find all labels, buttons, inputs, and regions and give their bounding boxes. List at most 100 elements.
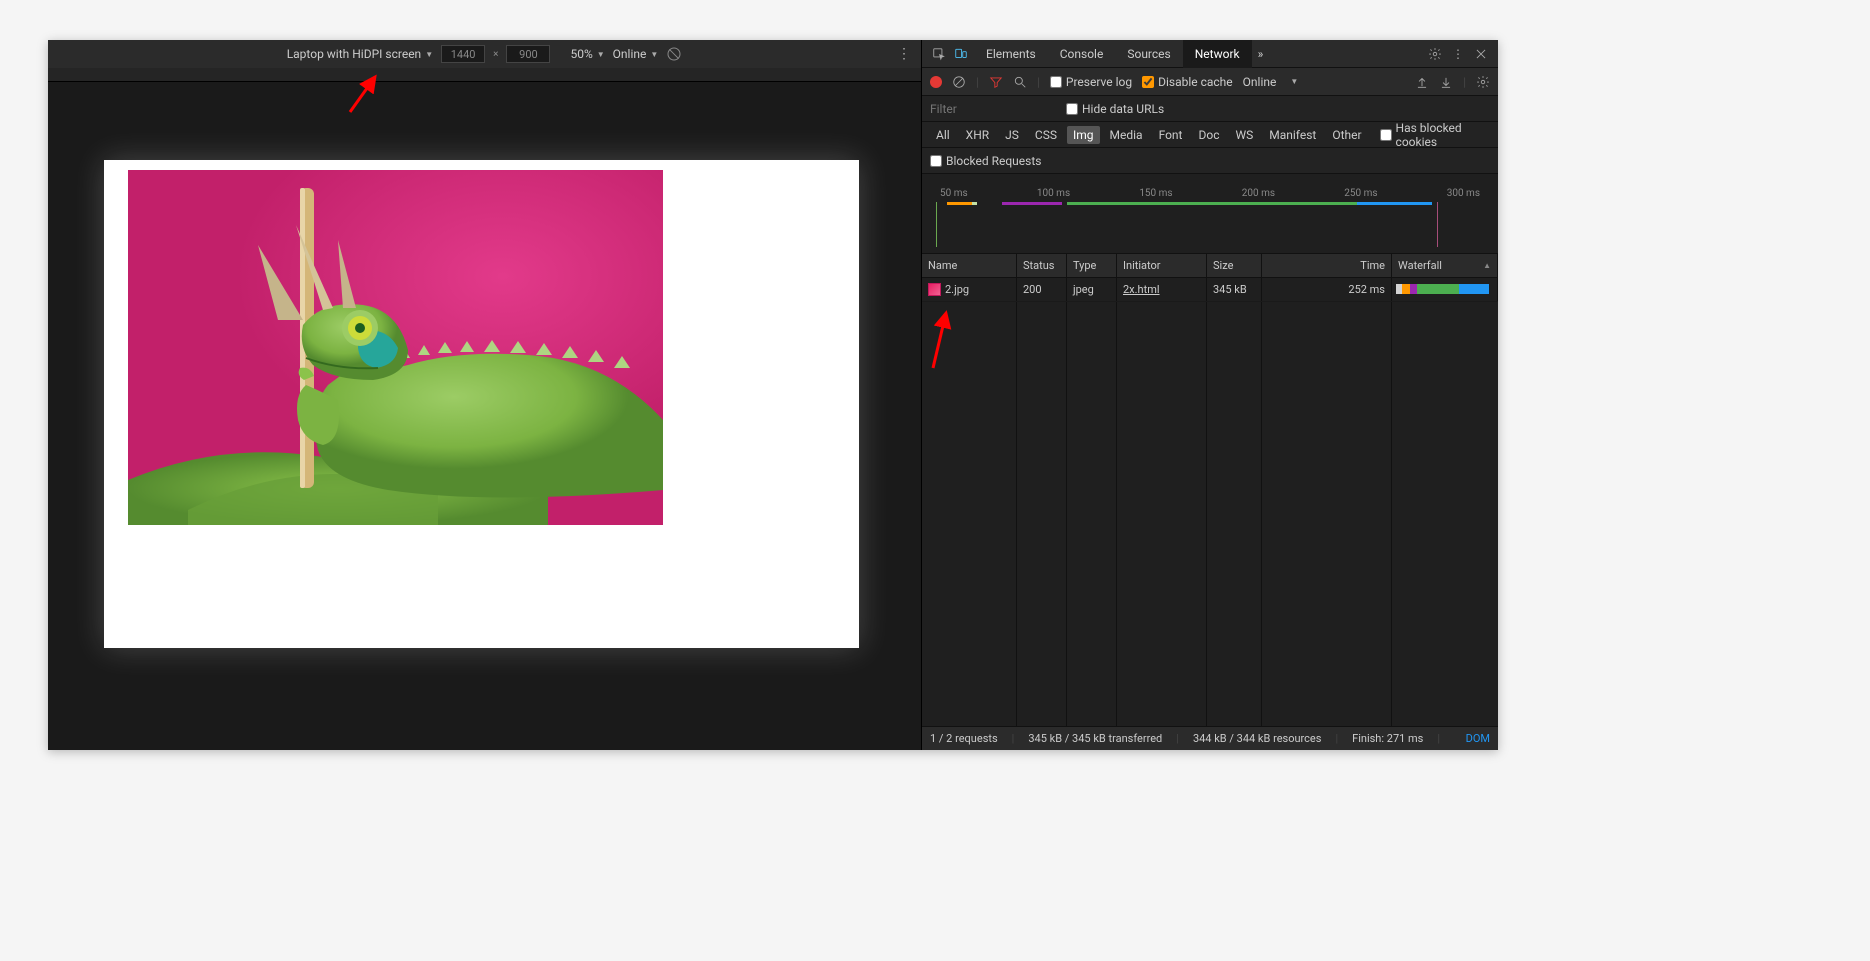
network-throttle-dropdown[interactable]: Online ▼ — [1243, 75, 1299, 89]
tab-network[interactable]: Network — [1183, 40, 1252, 68]
device-toolbar: Laptop with HiDPI screen ▼ × 50% ▼ Onlin… — [48, 40, 921, 68]
page-content — [104, 160, 859, 648]
kebab-icon[interactable]: ⋮ — [897, 46, 911, 62]
device-toggle-icon[interactable] — [954, 47, 968, 61]
tab-console[interactable]: Console — [1048, 40, 1116, 68]
network-toolbar: | | Preserve log Disable cache Online ▼ … — [922, 68, 1498, 96]
type-manifest[interactable]: Manifest — [1263, 126, 1322, 144]
status-dom: DOM — [1466, 732, 1490, 745]
devtools-tabs: Elements Console Sources Network » ⋮ — [922, 40, 1498, 68]
inspect-icon[interactable] — [932, 47, 946, 61]
initiator-link[interactable]: 2x.html — [1123, 283, 1160, 296]
gear-icon[interactable] — [1476, 75, 1490, 89]
has-blocked-label: Has blocked cookies — [1396, 121, 1490, 149]
dimension-separator: × — [493, 49, 498, 60]
col-status[interactable]: Status — [1017, 254, 1067, 277]
device-ruler — [48, 68, 921, 82]
download-icon[interactable] — [1439, 75, 1453, 89]
type-font[interactable]: Font — [1153, 126, 1189, 144]
filter-input[interactable] — [930, 102, 1050, 116]
device-viewport-pane: Laptop with HiDPI screen ▼ × 50% ▼ Onlin… — [48, 40, 921, 750]
width-input[interactable] — [441, 45, 485, 63]
chevron-down-icon: ▼ — [650, 50, 658, 59]
hide-data-urls-checkbox[interactable]: Hide data URLs — [1066, 102, 1164, 116]
tick-label: 50 ms — [940, 188, 968, 199]
status-requests: 1 / 2 requests — [930, 732, 998, 745]
record-button[interactable] — [930, 76, 942, 88]
tabs-overflow[interactable]: » — [1252, 40, 1270, 68]
tick-label: 200 ms — [1242, 188, 1275, 199]
tab-elements[interactable]: Elements — [974, 40, 1048, 68]
timeline-graph — [936, 202, 1438, 247]
blocked-requests-checkbox[interactable]: Blocked Requests — [930, 154, 1041, 168]
type-ws[interactable]: WS — [1229, 126, 1259, 144]
tick-label: 150 ms — [1139, 188, 1172, 199]
type-other[interactable]: Other — [1326, 126, 1367, 144]
chameleon-image — [128, 170, 663, 525]
chevron-down-icon: ▼ — [597, 50, 605, 59]
network-table-header: Name Status Type Initiator Size Time Wat… — [922, 254, 1498, 278]
table-row[interactable]: 2.jpg 200 jpeg 2x.html 345 kB 252 ms — [922, 278, 1498, 302]
hide-data-urls-label: Hide data URLs — [1082, 102, 1164, 116]
network-throttle-value: Online — [1243, 75, 1277, 89]
has-blocked-cookies-checkbox[interactable]: Has blocked cookies — [1380, 121, 1490, 149]
filter-icon[interactable] — [989, 75, 1003, 89]
cell-status: 200 — [1017, 278, 1067, 301]
upload-icon[interactable] — [1415, 75, 1429, 89]
cell-type: jpeg — [1067, 278, 1117, 301]
tick-label: 250 ms — [1344, 188, 1377, 199]
zoom-value: 50% — [570, 47, 592, 61]
preserve-log-label: Preserve log — [1066, 75, 1132, 89]
chevron-down-icon: ▼ — [425, 50, 433, 59]
status-transferred: 345 kB / 345 kB transferred — [1028, 732, 1162, 745]
type-img[interactable]: Img — [1067, 126, 1100, 144]
blocked-requests-label: Blocked Requests — [946, 154, 1041, 168]
status-resources: 344 kB / 344 kB resources — [1193, 732, 1322, 745]
col-name[interactable]: Name — [922, 254, 1017, 277]
network-timeline[interactable]: 50 ms 100 ms 150 ms 200 ms 250 ms 300 ms — [922, 174, 1498, 254]
resource-types-row: All XHR JS CSS Img Media Font Doc WS Man… — [922, 122, 1498, 148]
cell-size: 345 kB — [1207, 278, 1262, 301]
type-doc[interactable]: Doc — [1192, 126, 1225, 144]
device-dropdown[interactable]: Laptop with HiDPI screen ▼ — [287, 47, 433, 61]
height-input[interactable] — [506, 45, 550, 63]
col-type[interactable]: Type — [1067, 254, 1117, 277]
tab-sources[interactable]: Sources — [1115, 40, 1182, 68]
filter-row: Hide data URLs — [922, 96, 1498, 122]
kebab-icon[interactable]: ⋮ — [1452, 47, 1464, 61]
disable-cache-label: Disable cache — [1158, 75, 1233, 89]
rotate-icon[interactable] — [666, 46, 682, 62]
sort-asc-icon: ▲ — [1483, 261, 1491, 270]
cell-waterfall — [1392, 278, 1498, 301]
throttle-value: Online — [613, 47, 647, 61]
device-canvas — [48, 82, 921, 750]
image-file-icon — [928, 283, 941, 296]
disable-cache-checkbox[interactable]: Disable cache — [1142, 75, 1233, 89]
status-finish: Finish: 271 ms — [1352, 732, 1423, 745]
type-js[interactable]: JS — [999, 126, 1025, 144]
throttle-dropdown[interactable]: Online ▼ — [613, 47, 659, 61]
zoom-dropdown[interactable]: 50% ▼ — [570, 47, 604, 61]
chevron-down-icon: ▼ — [1290, 77, 1298, 86]
device-name: Laptop with HiDPI screen — [287, 47, 422, 61]
col-time[interactable]: Time — [1262, 254, 1392, 277]
gear-icon[interactable] — [1428, 47, 1442, 61]
network-status-bar: 1 / 2 requests | 345 kB / 345 kB transfe… — [922, 726, 1498, 750]
type-xhr[interactable]: XHR — [960, 126, 995, 144]
tick-label: 100 ms — [1037, 188, 1070, 199]
network-table: Name Status Type Initiator Size Time Wat… — [922, 254, 1498, 726]
col-waterfall[interactable]: Waterfall▲ — [1392, 254, 1498, 277]
cell-initiator: 2x.html — [1117, 278, 1207, 301]
cell-name: 2.jpg — [922, 278, 1017, 301]
devtools-panel: Elements Console Sources Network » ⋮ | |… — [921, 40, 1498, 750]
col-size[interactable]: Size — [1207, 254, 1262, 277]
cell-time: 252 ms — [1262, 278, 1392, 301]
close-icon[interactable] — [1474, 47, 1488, 61]
search-icon[interactable] — [1013, 75, 1027, 89]
preserve-log-checkbox[interactable]: Preserve log — [1050, 75, 1132, 89]
type-all[interactable]: All — [930, 126, 956, 144]
type-media[interactable]: Media — [1104, 126, 1149, 144]
col-initiator[interactable]: Initiator — [1117, 254, 1207, 277]
clear-icon[interactable] — [952, 75, 966, 89]
type-css[interactable]: CSS — [1029, 126, 1063, 144]
